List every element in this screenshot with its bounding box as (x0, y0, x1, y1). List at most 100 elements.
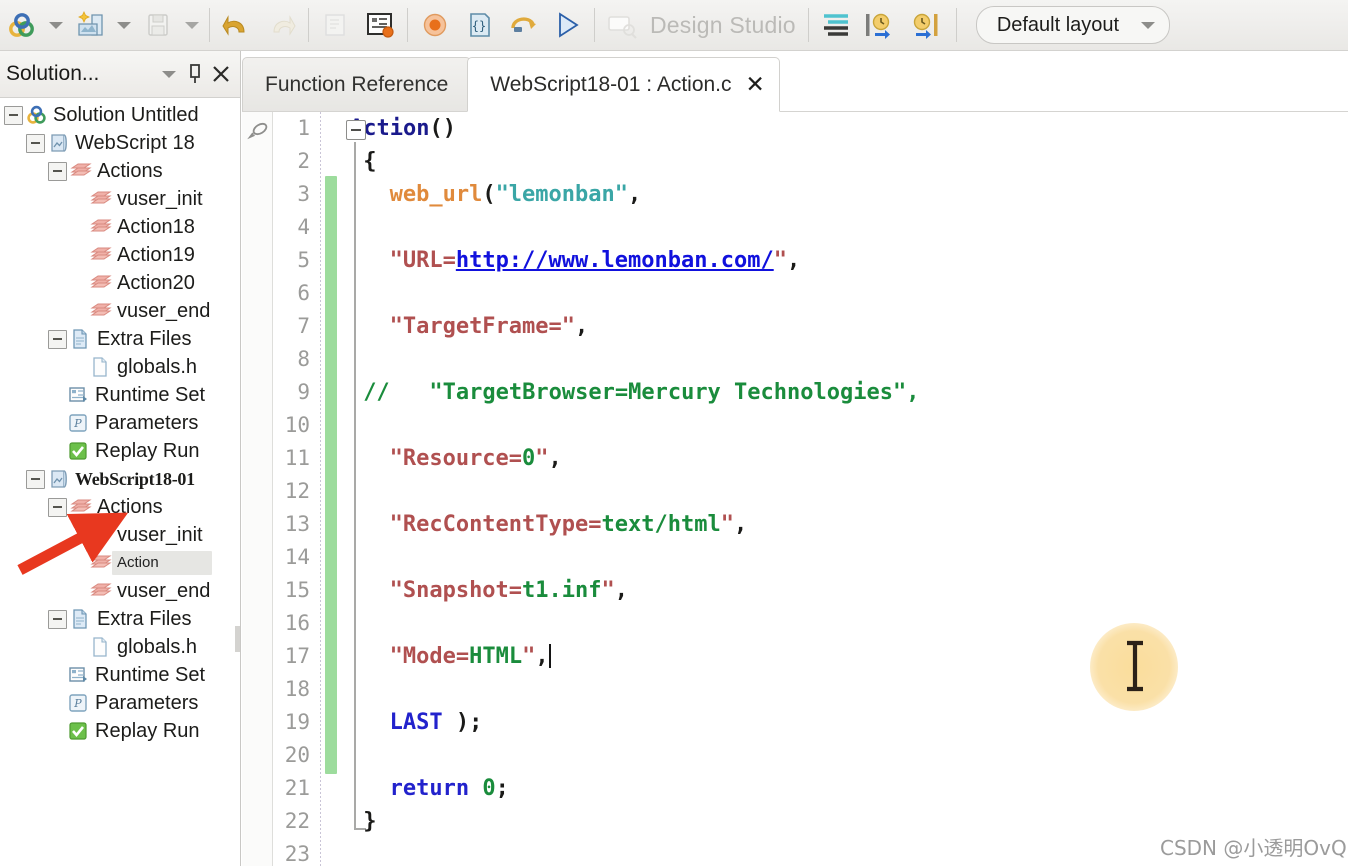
compile-button[interactable] (314, 4, 358, 46)
collapse-toggle-icon[interactable] (48, 497, 67, 517)
code-line[interactable]: 15 "Snapshot=t1.inf", (242, 574, 1348, 607)
collapse-toggle-icon[interactable] (48, 609, 67, 629)
collapse-toggle-icon[interactable] (4, 105, 23, 125)
tree-item-extra-files[interactable]: Extra Files (0, 605, 240, 633)
action-icon (90, 527, 112, 540)
undo-button[interactable] (215, 4, 259, 46)
code-line[interactable]: 12 (242, 475, 1348, 508)
save-button[interactable] (136, 4, 180, 46)
tree-item-action19[interactable]: Action19 (0, 241, 240, 269)
record-button[interactable] (413, 4, 457, 46)
code-line[interactable]: 2{ (242, 145, 1348, 178)
solution-icon (26, 104, 48, 126)
code-line[interactable]: 20 (242, 739, 1348, 772)
tree-item-replay-run[interactable]: Replay Run (0, 437, 240, 465)
editor-tabstrip[interactable]: Function Reference WebScript18-01 : Actio… (242, 51, 1348, 112)
tree-item-webscript18-01[interactable]: WebScript18-01 (0, 465, 240, 493)
tree-item-globals-h[interactable]: globals.h (0, 633, 240, 661)
line-number: 23 (284, 842, 310, 866)
solution-tree[interactable]: Solution Untitled WebScript 18 Actions vuse… (0, 98, 240, 745)
new-solution-button[interactable] (0, 4, 44, 46)
editor-tab-1[interactable]: Function Reference (242, 57, 472, 112)
code-line[interactable]: 10 (242, 409, 1348, 442)
code-line[interactable]: 14 (242, 541, 1348, 574)
script-view-button[interactable] (814, 4, 858, 46)
actions-icon (70, 499, 92, 512)
tree-item-action[interactable]: Action (0, 549, 240, 577)
create-script-dropdown[interactable] (112, 4, 136, 46)
panel-menu-button[interactable] (156, 59, 182, 89)
tree-item-vuser-end[interactable]: vuser_end (0, 297, 240, 325)
editor-tab-2[interactable]: WebScript18-01 : Action.c ✕ (467, 57, 780, 112)
tree-item-actions[interactable]: Actions (0, 157, 240, 185)
panel-splitter[interactable] (235, 626, 240, 652)
collapse-toggle-icon[interactable] (48, 329, 67, 349)
extra-files-icon (70, 328, 92, 350)
code-token: "lemonban" (495, 182, 629, 207)
svg-text:P: P (73, 417, 82, 430)
panel-pin-button[interactable] (182, 59, 208, 89)
chevron-down-icon (49, 21, 63, 29)
tree-item-label: vuser_end (117, 580, 211, 602)
step-button[interactable]: {} (457, 4, 501, 46)
tree-item-vuser-init[interactable]: vuser_init (0, 185, 240, 213)
tree-item-runtime-set[interactable]: Runtime Set (0, 661, 240, 689)
code-editor[interactable]: 1 Action() 2{3 web_url("lemonban", 4 5 "URL=ht… (242, 112, 1348, 866)
action-icon (90, 303, 112, 316)
tree-item-actions[interactable]: Actions (0, 493, 240, 521)
solution-icon (27, 105, 46, 124)
line-number: 12 (284, 479, 310, 503)
tree-item-extra-files[interactable]: Extra Files (0, 325, 240, 353)
code-line[interactable]: 13 "RecContentType=text/html", (242, 508, 1348, 541)
tree-item-vuser-end[interactable]: vuser_end (0, 577, 240, 605)
code-line[interactable]: 16 (242, 607, 1348, 640)
save-dropdown[interactable] (180, 4, 204, 46)
toolbar-group-design-studio: Design Studio (600, 0, 796, 50)
insert-end-transaction-button[interactable] (902, 4, 946, 46)
code-line[interactable]: 9 // "TargetBrowser=Mercury Technologies"… (242, 376, 1348, 409)
fold-toggle-icon[interactable] (346, 120, 366, 140)
collapse-toggle-icon[interactable] (26, 469, 45, 489)
text-caret (548, 644, 551, 668)
line-number: 19 (284, 710, 310, 734)
code-line[interactable]: 18 (242, 673, 1348, 706)
new-solution-dropdown[interactable] (44, 4, 68, 46)
code-line[interactable]: 6 (242, 277, 1348, 310)
panel-close-button[interactable] (208, 59, 234, 89)
tree-item-parameters[interactable]: P Parameters (0, 689, 240, 717)
code-line[interactable]: 21 return 0; (242, 772, 1348, 805)
close-icon[interactable]: ✕ (746, 73, 765, 96)
code-line[interactable]: 19 LAST ); (242, 706, 1348, 739)
tree-item-vuser-init[interactable]: vuser_init (0, 521, 240, 549)
code-line[interactable]: 11 "Resource=0", (242, 442, 1348, 475)
collapse-toggle-icon[interactable] (26, 133, 45, 153)
code-token: " (522, 644, 536, 669)
replay-button[interactable] (501, 4, 545, 46)
tree-item-action20[interactable]: Action20 (0, 269, 240, 297)
layout-selector[interactable]: Default layout (975, 6, 1171, 44)
tree-item-action18[interactable]: Action18 (0, 213, 240, 241)
tree-item-globals-h[interactable]: globals.h (0, 353, 240, 381)
tree-item-runtime-set[interactable]: Runtime Set (0, 381, 240, 409)
tree-item-solution-untitled[interactable]: Solution Untitled (0, 101, 240, 129)
run-button[interactable] (545, 4, 589, 46)
collapse-toggle-icon[interactable] (48, 161, 67, 181)
code-line[interactable]: 5 "URL=http://www.lemonban.com/", (242, 244, 1348, 277)
code-line[interactable]: 3 web_url("lemonban", (242, 178, 1348, 211)
runtime-settings-button[interactable] (358, 4, 402, 46)
insert-start-transaction-button[interactable] (858, 4, 902, 46)
tree-item-replay-run[interactable]: Replay Run (0, 717, 240, 745)
design-studio-button[interactable] (600, 4, 644, 46)
code-line[interactable]: 4 (242, 211, 1348, 244)
code-line[interactable]: 7 "TargetFrame=", (242, 310, 1348, 343)
tree-item-webscript-18[interactable]: WebScript 18 (0, 129, 240, 157)
code-lines[interactable]: 1 Action() 2{3 web_url("lemonban", 4 5 "URL=ht… (242, 112, 1348, 866)
tree-item-parameters[interactable]: P Parameters (0, 409, 240, 437)
line-number: 4 (297, 215, 310, 239)
code-line[interactable]: 8 (242, 343, 1348, 376)
code-line[interactable]: 1 Action() (242, 112, 1348, 145)
code-line[interactable]: 17 "Mode=HTML", (242, 640, 1348, 673)
redo-button[interactable] (259, 4, 303, 46)
create-script-button[interactable] (68, 4, 112, 46)
tree-item-label: Extra Files (97, 328, 192, 350)
